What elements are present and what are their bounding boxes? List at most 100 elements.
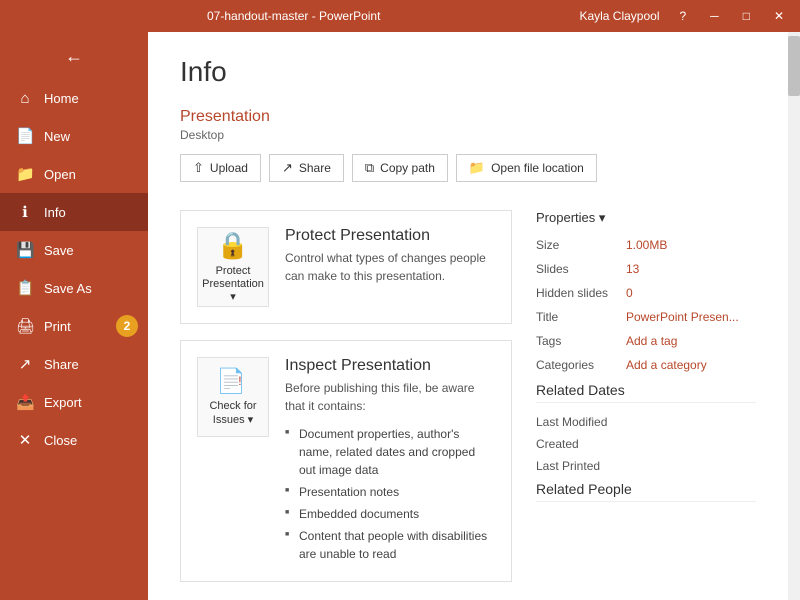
prop-value-size[interactable]: 1.00MB [626,238,667,252]
share-icon: ↗ [16,355,34,373]
inspect-desc: Before publishing this file, be aware th… [285,379,495,415]
properties-header[interactable]: Properties ▾ [536,210,756,226]
copy-icon: ⧉ [365,160,374,176]
prop-value-title[interactable]: PowerPoint Presen... [626,310,739,324]
prop-size: Size 1.00MB [536,238,756,252]
prop-label-hidden: Hidden slides [536,286,626,300]
print-icon: 🖨 [16,317,34,335]
lock-icon: 🔒 [217,230,249,261]
folder-icon: 📁 [469,160,485,176]
scrollbar-track[interactable] [788,32,800,600]
sidebar-label-export: Export [44,395,82,410]
saveas-icon: 📋 [16,279,34,297]
prop-label-title: Title [536,310,626,324]
properties-label: Properties ▾ [536,210,605,226]
back-icon: ← [65,46,83,67]
upload-button[interactable]: ⇧ Upload [180,154,261,182]
protect-content: Protect Presentation Control what types … [285,227,495,293]
protect-desc: Control what types of changes people can… [285,249,495,285]
date-last-printed: Last Printed [536,459,756,473]
prop-tags: Tags Add a tag [536,334,756,348]
home-icon: ⌂ [16,90,34,107]
sidebar-item-share[interactable]: ↗ Share [0,345,148,383]
protect-card: 🔒 ProtectPresentation ▾ Protect Presenta… [180,210,512,324]
sidebar-label-close: Close [44,433,77,448]
upload-label: Upload [210,161,248,175]
page-title: Info [180,56,756,88]
prop-label-tags: Tags [536,334,626,348]
inspect-content: Inspect Presentation Before publishing t… [285,357,495,565]
maximize-button[interactable]: □ [735,7,758,25]
prop-value-tags[interactable]: Add a tag [626,334,677,348]
prop-label-categories: Categories [536,358,626,372]
sidebar-label-info: Info [44,205,66,220]
minimize-button[interactable]: ─ [702,7,727,25]
sidebar-label-open: Open [44,167,76,182]
prop-value-hidden[interactable]: 0 [626,286,633,300]
sidebar-item-export[interactable]: 📤 Export [0,383,148,421]
sidebar-label-saveas: Save As [44,281,92,296]
help-button[interactable]: ? [671,7,694,25]
inspect-title: Inspect Presentation [285,357,495,375]
scrollbar-thumb[interactable] [788,36,800,96]
title-bar-controls: ? ─ □ ✕ [671,7,792,25]
list-item: Embedded documents [285,503,495,525]
open-location-button[interactable]: 📁 Open file location [456,154,597,182]
presentation-path: Desktop [180,128,756,142]
sidebar-item-new[interactable]: 📄 New [0,117,148,155]
share-label: Share [299,161,331,175]
sidebar-item-close[interactable]: ✕ Close [0,421,148,459]
sidebar-item-open[interactable]: 📁 Open [0,155,148,193]
copy-path-button[interactable]: ⧉ Copy path [352,154,448,182]
two-col-layout: 🔒 ProtectPresentation ▾ Protect Presenta… [180,210,756,598]
inspect-card: 📄! Check forIssues ▾ Inspect Presentatio… [180,340,512,582]
inspect-icon-label: Check forIssues ▾ [209,400,256,426]
date-created: Created [536,437,756,451]
prop-value-categories[interactable]: Add a category [626,358,707,372]
date-last-modified: Last Modified [536,415,756,429]
sidebar-item-save[interactable]: 💾 Save [0,231,148,269]
sidebar-item-print[interactable]: 🖨 Print 2 [0,307,148,345]
right-column: Properties ▾ Size 1.00MB Slides 13 Hidde… [536,210,756,598]
list-item: Document properties, author's name, rela… [285,423,495,481]
new-icon: 📄 [16,127,34,145]
prop-slides: Slides 13 [536,262,756,276]
sidebar-item-info[interactable]: ℹ Info [0,193,148,231]
prop-title: Title PowerPoint Presen... [536,310,756,324]
copy-path-label: Copy path [380,161,435,175]
export-icon: 📤 [16,393,34,411]
prop-categories: Categories Add a category [536,358,756,372]
prop-value-slides[interactable]: 13 [626,262,639,276]
inspect-icon-box[interactable]: 📄! Check forIssues ▾ [197,357,269,437]
inspect-icon: 📄! [216,367,249,396]
title-bar-title: 07-handout-master - PowerPoint [8,9,579,23]
related-dates-header: Related Dates [536,382,756,403]
print-badge: 2 [116,315,138,337]
open-location-label: Open file location [491,161,584,175]
app-body: ← ⌂ Home 📄 New 📁 Open ℹ Info 💾 Save 📋 Sa… [0,32,800,600]
sidebar-item-home[interactable]: ⌂ Home [0,80,148,117]
sidebar-item-saveas[interactable]: 📋 Save As [0,269,148,307]
protect-icon-box[interactable]: 🔒 ProtectPresentation ▾ [197,227,269,307]
save-icon: 💾 [16,241,34,259]
sidebar-label-print: Print [44,319,71,334]
inspect-list: Document properties, author's name, rela… [285,423,495,565]
left-column: 🔒 ProtectPresentation ▾ Protect Presenta… [180,210,512,598]
sidebar-label-new: New [44,129,70,144]
share-button[interactable]: ↗ Share [269,154,344,182]
sidebar-label-save: Save [44,243,74,258]
prop-hidden-slides: Hidden slides 0 [536,286,756,300]
close-icon: ✕ [16,431,34,449]
list-item: Presentation notes [285,481,495,503]
info-icon: ℹ [16,203,34,221]
list-item: Content that people with disabilities ar… [285,525,495,565]
prop-label-slides: Slides [536,262,626,276]
close-window-button[interactable]: ✕ [766,7,792,25]
related-people-header: Related People [536,481,756,502]
content-area: Info Presentation Desktop ⇧ Upload ↗ Sha… [148,32,800,600]
open-icon: 📁 [16,165,34,183]
sidebar-back-button[interactable]: ← [0,32,148,80]
scrollable-content: Info Presentation Desktop ⇧ Upload ↗ Sha… [148,32,788,600]
title-bar: 07-handout-master - PowerPoint Kayla Cla… [0,0,800,32]
protect-icon-label: ProtectPresentation ▾ [198,265,268,305]
